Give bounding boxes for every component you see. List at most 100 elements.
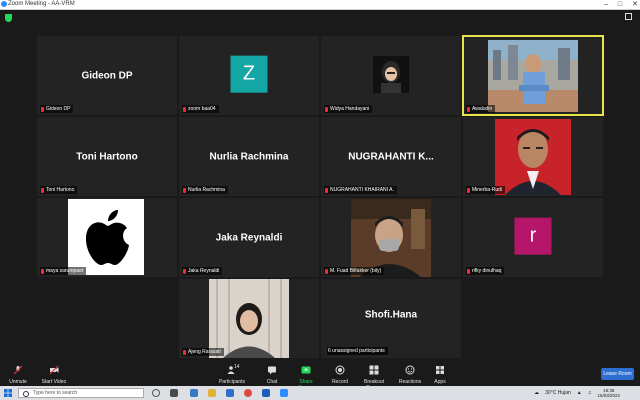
window-titlebar: Zoom Meeting - AA-VRM – □ ✕ bbox=[0, 0, 640, 10]
participant-photo bbox=[495, 119, 571, 195]
search-icon bbox=[23, 391, 29, 397]
participant-name: Gideon DP bbox=[81, 70, 133, 81]
chat-icon bbox=[268, 366, 276, 375]
participant-video bbox=[351, 199, 431, 277]
muted-mic-icon bbox=[183, 187, 186, 193]
taskbar-search-input[interactable]: Type here to search bbox=[18, 388, 144, 398]
zoom-taskbar-icon[interactable] bbox=[280, 389, 288, 397]
participant-tile[interactable]: M. Fuad Bilfakker (bily) bbox=[321, 198, 461, 277]
muted-microphone-icon bbox=[13, 365, 23, 375]
muted-mic-icon bbox=[41, 187, 44, 193]
participant-tile[interactable]: Toni Hartono Toni Hartono bbox=[37, 117, 177, 196]
participant-label: Toni Hartono bbox=[40, 186, 78, 194]
participant-label: Awaludin bbox=[466, 105, 496, 113]
participant-tile[interactable]: Gideon DP Gideon DP bbox=[37, 36, 177, 115]
apps-icon bbox=[436, 366, 444, 374]
participant-label: Gideon DP bbox=[40, 105, 74, 113]
view-button[interactable] bbox=[625, 13, 632, 20]
record-button[interactable]: Record bbox=[330, 365, 350, 385]
maximize-icon[interactable]: □ bbox=[618, 0, 622, 9]
participant-label: rifky dinulhaq bbox=[466, 267, 505, 275]
share-screen-icon bbox=[301, 366, 311, 374]
file-explorer-icon[interactable] bbox=[208, 389, 216, 397]
leave-room-button[interactable]: Leave Room bbox=[601, 368, 634, 380]
participant-label: M. Fuad Bilfakker (bily) bbox=[324, 267, 385, 275]
participant-label: maya sarumpaet bbox=[40, 267, 87, 275]
participant-name: Nurlia Rachmina bbox=[209, 151, 289, 162]
participant-label: Nurlia Rachmina bbox=[182, 186, 228, 194]
smiley-icon bbox=[405, 365, 415, 375]
participant-tile[interactable]: Minerba-Rudi bbox=[463, 117, 603, 196]
participant-label: NUGRAHANTI KHAIRANI A. bbox=[324, 186, 397, 194]
weather-cloud-icon: ☁ bbox=[534, 390, 540, 396]
participant-tile[interactable]: Jaka Reynaldi Jaka Reynaldi bbox=[179, 198, 319, 277]
start-video-button[interactable]: Start Video bbox=[40, 365, 68, 385]
chrome-icon[interactable] bbox=[244, 389, 252, 397]
cortana-icon[interactable] bbox=[152, 389, 160, 397]
close-icon[interactable]: ✕ bbox=[632, 0, 638, 9]
zoom-app-icon bbox=[1, 1, 7, 7]
chat-button[interactable]: Chat bbox=[262, 365, 282, 385]
muted-mic-icon bbox=[467, 268, 470, 274]
participant-label: Widya Handayani bbox=[324, 105, 373, 113]
muted-mic-icon bbox=[183, 268, 186, 274]
participant-name: NUGRAHANTI K... bbox=[348, 151, 434, 162]
apps-button[interactable]: Apps bbox=[430, 365, 450, 385]
record-icon bbox=[335, 365, 345, 375]
muted-mic-icon bbox=[467, 187, 470, 193]
reactions-button[interactable]: Reactions bbox=[398, 365, 422, 385]
window-title: Zoom Meeting - AA-VRM bbox=[8, 1, 75, 7]
participant-tile-active-speaker[interactable]: Awaludin bbox=[462, 35, 604, 116]
meeting-toolbar: Unmute Start Video Participants 14 Chat … bbox=[0, 364, 640, 391]
breakout-rooms-icon bbox=[369, 365, 379, 375]
notification-icon[interactable]: ▲ bbox=[577, 390, 582, 396]
participant-tile[interactable]: Nurlia Rachmina Nurlia Rachmina bbox=[179, 117, 319, 196]
muted-mic-icon bbox=[325, 187, 328, 193]
edge-browser-icon[interactable] bbox=[190, 389, 198, 397]
participant-name: Shofi.Hana bbox=[364, 309, 418, 321]
participant-tile[interactable]: Shofi.Hana 6 unassigned participants bbox=[321, 279, 461, 358]
windows-start-icon[interactable] bbox=[4, 389, 12, 397]
gallery-view-icon bbox=[625, 13, 632, 20]
task-view-icon[interactable] bbox=[170, 389, 178, 397]
muted-mic-icon bbox=[325, 268, 328, 274]
participant-tile[interactable]: Z zoom baa04 bbox=[179, 36, 319, 115]
system-tray: ☁ 30°C Hujan ▲ ♫ 18:38 16/03/2022 bbox=[534, 387, 620, 399]
participant-label: Ajeng Rarasati bbox=[182, 348, 224, 356]
participant-tile[interactable]: NUGRAHANTI K... NUGRAHANTI KHAIRANI A. bbox=[321, 117, 461, 196]
muted-mic-icon bbox=[41, 106, 44, 112]
video-gallery: Gideon DP Gideon DP Z zoom baa04 Widya H… bbox=[0, 10, 640, 364]
muted-mic-icon bbox=[325, 106, 328, 112]
word-icon[interactable] bbox=[262, 389, 270, 397]
avatar: r bbox=[514, 217, 552, 255]
participant-tile[interactable]: r rifky dinulhaq bbox=[463, 198, 603, 277]
unassigned-participants-label[interactable]: 6 unassigned participants bbox=[327, 347, 388, 355]
participant-photo bbox=[373, 56, 409, 93]
muted-mic-icon bbox=[183, 106, 186, 112]
video-off-icon bbox=[49, 365, 59, 375]
participant-tile[interactable]: Ajeng Rarasati bbox=[179, 279, 319, 358]
minimize-icon[interactable]: – bbox=[604, 0, 608, 9]
windows-taskbar: Type here to search ☁ 30°C Hujan ▲ ♫ 18:… bbox=[0, 386, 640, 400]
participants-count: 14 bbox=[234, 364, 240, 370]
muted-mic-icon bbox=[41, 268, 44, 274]
avatar: Z bbox=[230, 55, 268, 93]
muted-mic-icon bbox=[183, 349, 186, 355]
participant-label: Minerba-Rudi bbox=[466, 186, 506, 194]
participant-label: Jaka Reynaldi bbox=[182, 267, 223, 275]
participant-video bbox=[488, 40, 578, 112]
clock[interactable]: 18:38 16/03/2022 bbox=[597, 388, 620, 398]
participant-label: zoom baa04 bbox=[182, 105, 219, 113]
security-shield-icon[interactable] bbox=[5, 14, 12, 22]
participant-name: Jaka Reynaldi bbox=[215, 232, 283, 243]
mail-icon[interactable] bbox=[226, 389, 234, 397]
muted-mic-icon bbox=[467, 106, 470, 112]
unmute-button[interactable]: Unmute bbox=[6, 365, 30, 385]
participant-tile[interactable]: maya sarumpaet bbox=[37, 198, 177, 277]
volume-icon[interactable]: ♫ bbox=[588, 390, 592, 396]
participants-button[interactable]: Participants bbox=[218, 365, 246, 385]
weather-text: 30°C Hujan bbox=[545, 390, 571, 396]
participant-tile[interactable]: Widya Handayani bbox=[321, 36, 461, 115]
participant-name: Toni Hartono bbox=[76, 151, 138, 162]
apple-logo-avatar bbox=[68, 199, 144, 275]
